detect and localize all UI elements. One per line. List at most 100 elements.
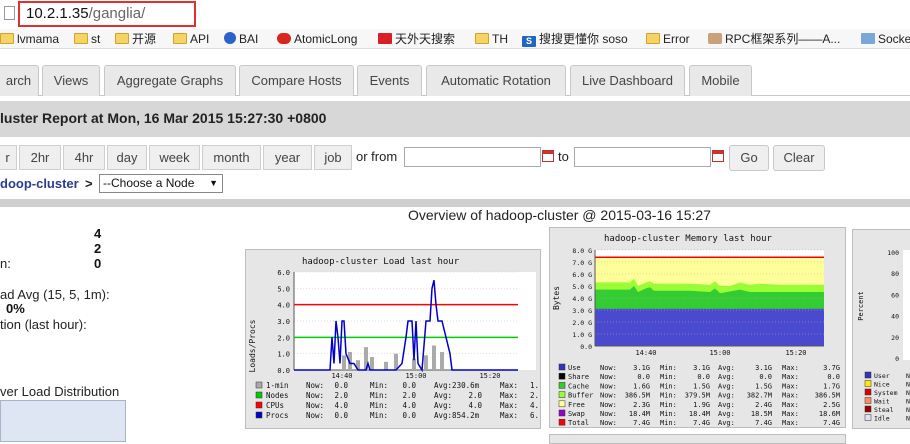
legend-label: User bbox=[874, 372, 890, 380]
from-date-input[interactable] bbox=[404, 147, 541, 167]
tab-mobile[interactable]: Mobile bbox=[689, 65, 752, 96]
legend-swatch bbox=[255, 401, 263, 409]
legend-min-value: 379.5M bbox=[685, 392, 710, 400]
bookmark-error[interactable]: Error bbox=[646, 32, 690, 47]
y-tick-label: 1.0 bbox=[277, 351, 290, 359]
bookmark-label: API bbox=[190, 32, 210, 46]
legend-now-label: Now: bbox=[600, 373, 617, 381]
clear-button[interactable]: Clear bbox=[773, 145, 825, 171]
y-tick-label: 5.0 bbox=[277, 285, 290, 293]
y-tick-label: 100 bbox=[887, 249, 899, 257]
go-button[interactable]: Go bbox=[729, 145, 769, 171]
range-week-button[interactable]: week bbox=[149, 145, 200, 170]
memory-graph[interactable]: hadoop-cluster Memory last hour Bytes 8.… bbox=[549, 227, 846, 428]
legend-now-label: Now: bbox=[306, 401, 324, 410]
legend-min-label: Min: bbox=[370, 411, 388, 420]
bookmark-bai[interactable]: BAI bbox=[224, 32, 258, 47]
legend-avg-value: 2.4G bbox=[755, 401, 772, 409]
calendar-icon[interactable] bbox=[712, 150, 724, 162]
legend-now-value: 18.4M bbox=[629, 410, 650, 418]
bookmark-lvmama[interactable]: lvmama bbox=[0, 32, 59, 47]
legend-label: Procs bbox=[266, 411, 289, 420]
y-tick-label: 5.0 G bbox=[572, 283, 592, 291]
legend-max-label: Max: bbox=[782, 373, 799, 381]
range-month-button[interactable]: month bbox=[202, 145, 261, 170]
tab-events[interactable]: Events bbox=[357, 65, 422, 96]
legend-min-value: 4.0 bbox=[402, 401, 416, 410]
legend-label: 1-min bbox=[266, 381, 289, 390]
legend-now-value: 2.3G bbox=[633, 401, 650, 409]
legend-min-value: 18.4M bbox=[689, 410, 710, 418]
bookmark-st[interactable]: st bbox=[74, 32, 100, 47]
y-tick-label: 60 bbox=[891, 291, 899, 299]
legend-avg-label: Avg: bbox=[434, 391, 452, 400]
range-2hr-button[interactable]: 2hr bbox=[19, 145, 61, 170]
legend-swatch bbox=[558, 363, 566, 371]
tab-live-dashboard[interactable]: Live Dashboard bbox=[570, 65, 685, 96]
legend-min-label: Min: bbox=[660, 401, 677, 409]
bookmark-th[interactable]: TH bbox=[475, 32, 508, 47]
node-select[interactable]: --Choose a Node ▼ bbox=[99, 174, 223, 193]
range-job-button[interactable]: job bbox=[314, 145, 352, 170]
bookmark-api[interactable]: API bbox=[173, 32, 209, 47]
legend-label: Total bbox=[568, 419, 589, 427]
bookmark-label: AtomicLong bbox=[294, 32, 358, 46]
legend-now-value: 1.6G bbox=[633, 382, 650, 390]
bookmark-soso[interactable]: S 搜搜更懂你 soso bbox=[522, 32, 628, 47]
y-tick-label: 2.0 bbox=[277, 334, 290, 342]
folder-icon bbox=[115, 33, 129, 44]
legend-max-label: Max: bbox=[782, 392, 799, 400]
node-select-value: --Choose a Node bbox=[103, 176, 195, 190]
cluster-link[interactable]: doop-cluster bbox=[0, 176, 79, 191]
tab-automatic-rotation[interactable]: Automatic Rotation bbox=[426, 65, 566, 96]
legend-avg-label: Avg: bbox=[718, 392, 735, 400]
range-day-button[interactable]: day bbox=[107, 145, 147, 170]
grid-icon bbox=[861, 33, 875, 44]
legend-max-label: Max: bbox=[500, 401, 518, 410]
url-field[interactable]: 10.2.1.35/ganglia/ bbox=[18, 1, 196, 27]
legend-swatch bbox=[558, 418, 566, 426]
tab-views[interactable]: Views bbox=[42, 65, 100, 96]
bookmark-atomiclong[interactable]: AtomicLong bbox=[277, 32, 357, 47]
calendar-icon[interactable] bbox=[542, 150, 554, 162]
legend-now-label: Now: bbox=[600, 364, 617, 372]
bookmark-rpc[interactable]: RPC框架系列——A... bbox=[708, 32, 840, 47]
legend-max-label: Max: bbox=[500, 411, 518, 420]
load-avg-value: 0% bbox=[6, 301, 25, 316]
range-year-button[interactable]: year bbox=[263, 145, 312, 170]
range-1hr-button[interactable]: r bbox=[0, 145, 17, 170]
legend-now-value: 3.1G bbox=[633, 364, 650, 372]
tab-aggregate-graphs[interactable]: Aggregate Graphs bbox=[104, 65, 236, 96]
to-date-input[interactable] bbox=[574, 147, 711, 167]
y-tick-label: 0.0 bbox=[580, 343, 592, 351]
legend-now-label: N bbox=[906, 406, 910, 414]
bookmark-label: 天外天搜索 bbox=[395, 32, 456, 46]
bookmark-socket[interactable]: Socke bbox=[861, 32, 910, 47]
legend-min-value: 7.4G bbox=[693, 419, 710, 427]
y-tick-label: 6.0 G bbox=[572, 271, 592, 279]
bookmark-tianwaitian[interactable]: 天外天搜索 bbox=[378, 32, 455, 47]
legend-avg-label: Avg: bbox=[718, 419, 735, 427]
legend-max-label: Max: bbox=[782, 419, 799, 427]
legend-max-label: Max: bbox=[782, 410, 799, 418]
legend-label: Use bbox=[568, 364, 581, 372]
legend-label: Idle bbox=[874, 415, 890, 423]
legend-avg-value: 1.5G bbox=[755, 382, 772, 390]
range-4hr-button[interactable]: 4hr bbox=[63, 145, 105, 170]
legend-max-label: Max: bbox=[500, 381, 518, 390]
load-distribution-chart[interactable] bbox=[0, 400, 126, 442]
tab-search[interactable]: arch bbox=[0, 65, 39, 96]
load-bar bbox=[384, 361, 388, 370]
legend-swatch bbox=[864, 380, 872, 387]
y-tick-label: 3.0 G bbox=[572, 307, 592, 315]
load-graph[interactable]: hadoop-cluster Load last hour Loads/Proc… bbox=[245, 249, 541, 429]
bookmark-kaiyuan[interactable]: 开源 bbox=[115, 32, 156, 47]
x-tick-label: 14:40 bbox=[635, 349, 656, 357]
legend-avg-value: 7.4G bbox=[755, 419, 772, 427]
legend-avg-label: Avg: bbox=[718, 373, 735, 381]
cpu-graph[interactable]: Percent 100 80 60 40 20 0 User N Nice N System N Wa… bbox=[852, 229, 910, 429]
legend-min-label: Min: bbox=[660, 410, 677, 418]
legend-min-value: 1.5G bbox=[693, 382, 710, 390]
tab-compare-hosts[interactable]: Compare Hosts bbox=[239, 65, 354, 96]
address-bar[interactable]: 10.2.1.35/ganglia/ bbox=[0, 0, 910, 30]
